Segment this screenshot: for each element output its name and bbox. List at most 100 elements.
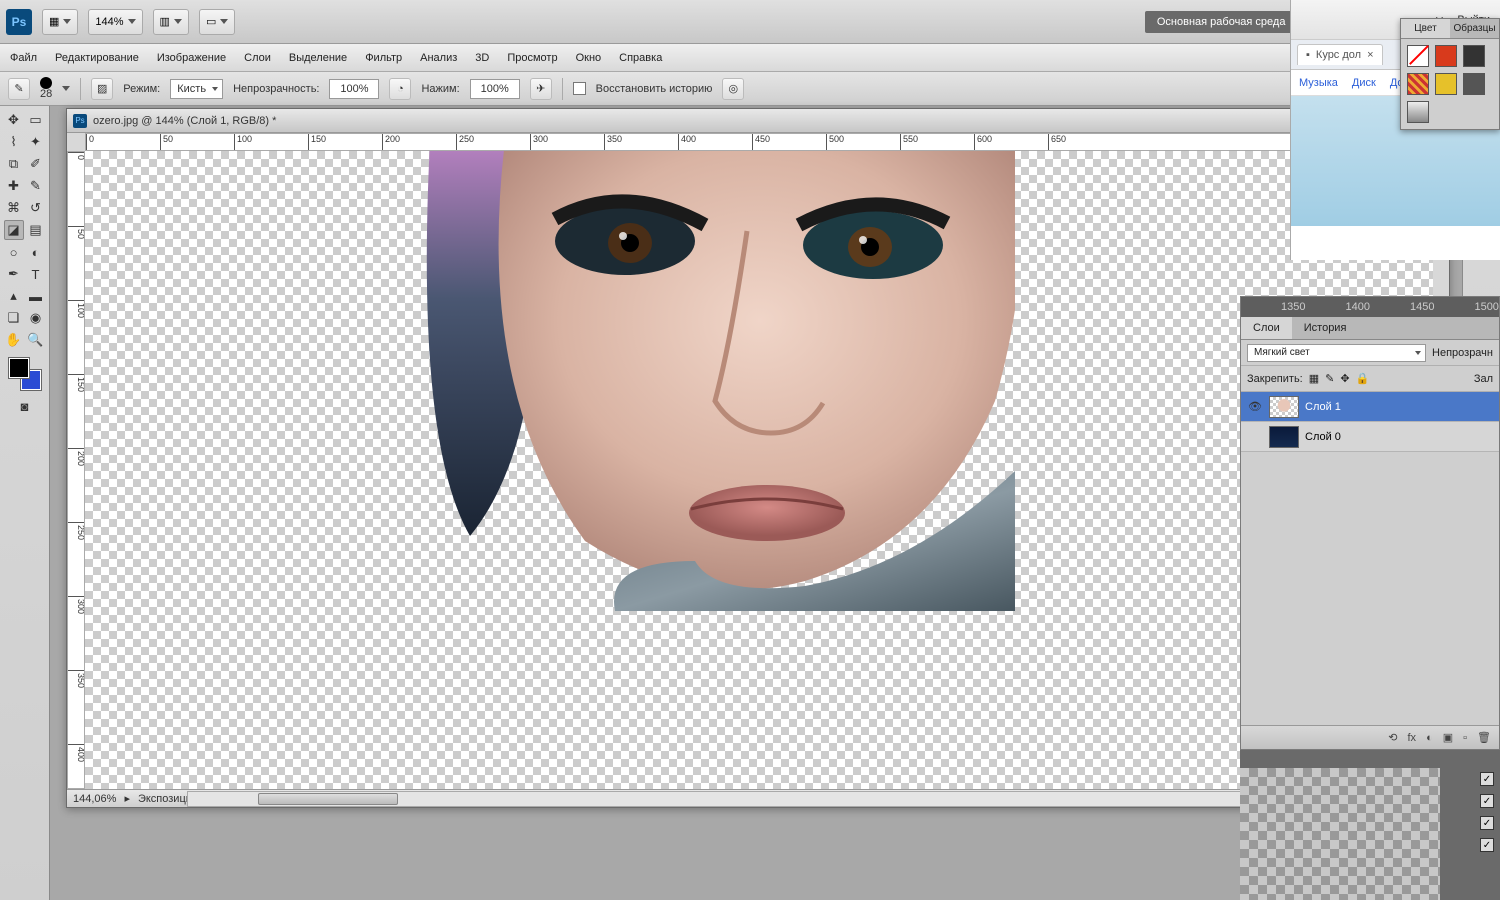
blend-mode-dropdown[interactable]: Кисть	[170, 79, 223, 99]
bridge-button[interactable]: ▦	[42, 9, 78, 35]
color-panel[interactable]: Цвет Образцы	[1400, 18, 1500, 130]
visibility-icon[interactable]: 👁	[1247, 399, 1263, 415]
layer-list: 👁 Слой 1 Слой 0	[1241, 392, 1499, 452]
color-tab[interactable]: Цвет	[1401, 19, 1450, 38]
color-swatch[interactable]	[9, 358, 41, 390]
tab-close-icon[interactable]: ×	[1367, 49, 1373, 61]
marquee-tool[interactable]: ▭	[26, 110, 46, 130]
layer-name[interactable]: Слой 1	[1305, 401, 1341, 413]
bookmark-music[interactable]: Музыка	[1299, 77, 1338, 89]
lasso-tool[interactable]: ⌇	[4, 132, 24, 152]
type-tool[interactable]: T	[26, 264, 46, 284]
menu-analysis[interactable]: Анализ	[420, 52, 457, 64]
blend-mode-select[interactable]: Мягкий свет	[1247, 344, 1426, 362]
lock-position-icon[interactable]: ✥	[1340, 372, 1349, 385]
3d-cam-tool[interactable]: ◉	[26, 308, 46, 328]
menu-image[interactable]: Изображение	[157, 52, 226, 64]
swatch-gradient[interactable]	[1407, 101, 1429, 123]
document-titlebar[interactable]: Ps ozero.jpg @ 144% (Слой 1, RGB/8) * — …	[67, 109, 1449, 133]
layers-footer: ⟲ fx ◐ ▣ ▫ 🗑	[1241, 725, 1499, 749]
menu-window[interactable]: Окно	[576, 52, 602, 64]
flow-label: Нажим:	[421, 83, 459, 95]
new-group-icon[interactable]: ▣	[1443, 731, 1453, 744]
opacity-input[interactable]: 100%	[329, 79, 379, 99]
path-select-tool[interactable]: ▴	[4, 286, 24, 306]
flow-input[interactable]: 100%	[470, 79, 520, 99]
vertical-ruler[interactable]: 050100150200250300350400	[67, 151, 85, 789]
lock-transparent-icon[interactable]: ▦	[1309, 372, 1319, 385]
restore-history-label: Восстановить историю	[596, 83, 713, 95]
shape-tool[interactable]: ▬	[26, 286, 46, 306]
quick-mask-button[interactable]: ◙	[15, 396, 35, 416]
status-zoom[interactable]: 144,06%	[73, 793, 116, 805]
zoom-tool[interactable]: 🔍	[26, 330, 46, 350]
menu-layer[interactable]: Слои	[244, 52, 271, 64]
bookmark-disk[interactable]: Диск	[1352, 77, 1376, 89]
menu-view[interactable]: Просмотр	[507, 52, 557, 64]
lock-all-icon[interactable]: 🔒	[1356, 372, 1370, 385]
layer-fx-icon[interactable]: fx	[1408, 732, 1417, 744]
delete-layer-icon[interactable]: 🗑	[1477, 731, 1491, 744]
swatch-yellow[interactable]	[1435, 73, 1457, 95]
swatch-gray[interactable]	[1463, 73, 1485, 95]
history-tab[interactable]: История	[1292, 317, 1359, 339]
layer-row[interactable]: 👁 Слой 1	[1241, 392, 1499, 422]
check-icon[interactable]: ✓	[1480, 838, 1494, 852]
pen-tool[interactable]: ✒	[4, 264, 24, 284]
check-icon[interactable]: ✓	[1480, 772, 1494, 786]
stamp-tool[interactable]: ⌘	[4, 198, 24, 218]
layer-thumbnail[interactable]	[1269, 426, 1299, 448]
layer-name[interactable]: Слой 0	[1305, 431, 1341, 443]
layer-row[interactable]: Слой 0	[1241, 422, 1499, 452]
swatch-red[interactable]	[1435, 45, 1457, 67]
workspace-switcher[interactable]: Основная рабочая среда	[1145, 11, 1298, 33]
move-tool[interactable]: ✥	[4, 110, 24, 130]
swatches-tab[interactable]: Образцы	[1450, 19, 1499, 38]
canvas[interactable]	[85, 151, 1433, 789]
hand-tool[interactable]: ✋	[4, 330, 24, 350]
menu-file[interactable]: Файл	[10, 52, 37, 64]
brush-preset-picker[interactable]: 28	[40, 77, 52, 100]
browser-tab[interactable]: ▪Курс дол×	[1297, 44, 1383, 65]
menu-3d[interactable]: 3D	[475, 52, 489, 64]
airbrush-button[interactable]: ✈	[530, 78, 552, 100]
horizontal-ruler[interactable]: 050100150200250300350400450500550600650	[85, 133, 1433, 151]
visibility-icon[interactable]	[1247, 429, 1263, 445]
opacity-pressure-button[interactable]: ◔	[389, 78, 411, 100]
swatch-dark[interactable]	[1463, 45, 1485, 67]
menu-filter[interactable]: Фильтр	[365, 52, 402, 64]
link-layers-icon[interactable]: ⟲	[1388, 731, 1397, 744]
screen-mode-button[interactable]: ▭	[199, 9, 235, 35]
heal-tool[interactable]: ✚	[4, 176, 24, 196]
menu-edit[interactable]: Редактирование	[55, 52, 139, 64]
layers-tab[interactable]: Слои	[1241, 317, 1292, 339]
layer-mask-icon[interactable]: ◐	[1426, 732, 1433, 744]
new-layer-icon[interactable]: ▫	[1463, 732, 1467, 744]
layer-thumbnail[interactable]	[1269, 396, 1299, 418]
zoom-level-dropdown[interactable]: 144%	[88, 9, 142, 35]
no-color-swatch[interactable]	[1407, 45, 1429, 67]
check-icon[interactable]: ✓	[1480, 816, 1494, 830]
swatch-pattern[interactable]	[1407, 73, 1429, 95]
restore-history-checkbox[interactable]	[573, 82, 586, 95]
brush-dropdown-icon[interactable]	[62, 86, 70, 91]
3d-tool[interactable]: ❏	[4, 308, 24, 328]
menu-help[interactable]: Справка	[619, 52, 662, 64]
lock-pixels-icon[interactable]: ✎	[1325, 372, 1334, 385]
quick-select-tool[interactable]: ✦	[26, 132, 46, 152]
brush-panel-button[interactable]: ▨	[91, 78, 113, 100]
eyedropper-tool[interactable]: ✐	[26, 154, 46, 174]
crop-tool[interactable]: ⧉	[4, 154, 24, 174]
view-grid-button[interactable]: ▥	[153, 9, 189, 35]
blur-tool[interactable]: ○	[4, 242, 24, 262]
eraser-tool[interactable]: ◪	[4, 220, 24, 240]
tablet-pressure-button[interactable]: ◎	[722, 78, 744, 100]
gradient-tool[interactable]: ▤	[26, 220, 46, 240]
brush-tool[interactable]: ✎	[26, 176, 46, 196]
history-brush-tool[interactable]: ↺	[26, 198, 46, 218]
menu-select[interactable]: Выделение	[289, 52, 347, 64]
dodge-tool[interactable]: ◐	[26, 242, 46, 262]
tool-preset-button[interactable]: ✎	[8, 78, 30, 100]
background-checks: ✓ ✓ ✓ ✓	[1480, 772, 1494, 852]
check-icon[interactable]: ✓	[1480, 794, 1494, 808]
